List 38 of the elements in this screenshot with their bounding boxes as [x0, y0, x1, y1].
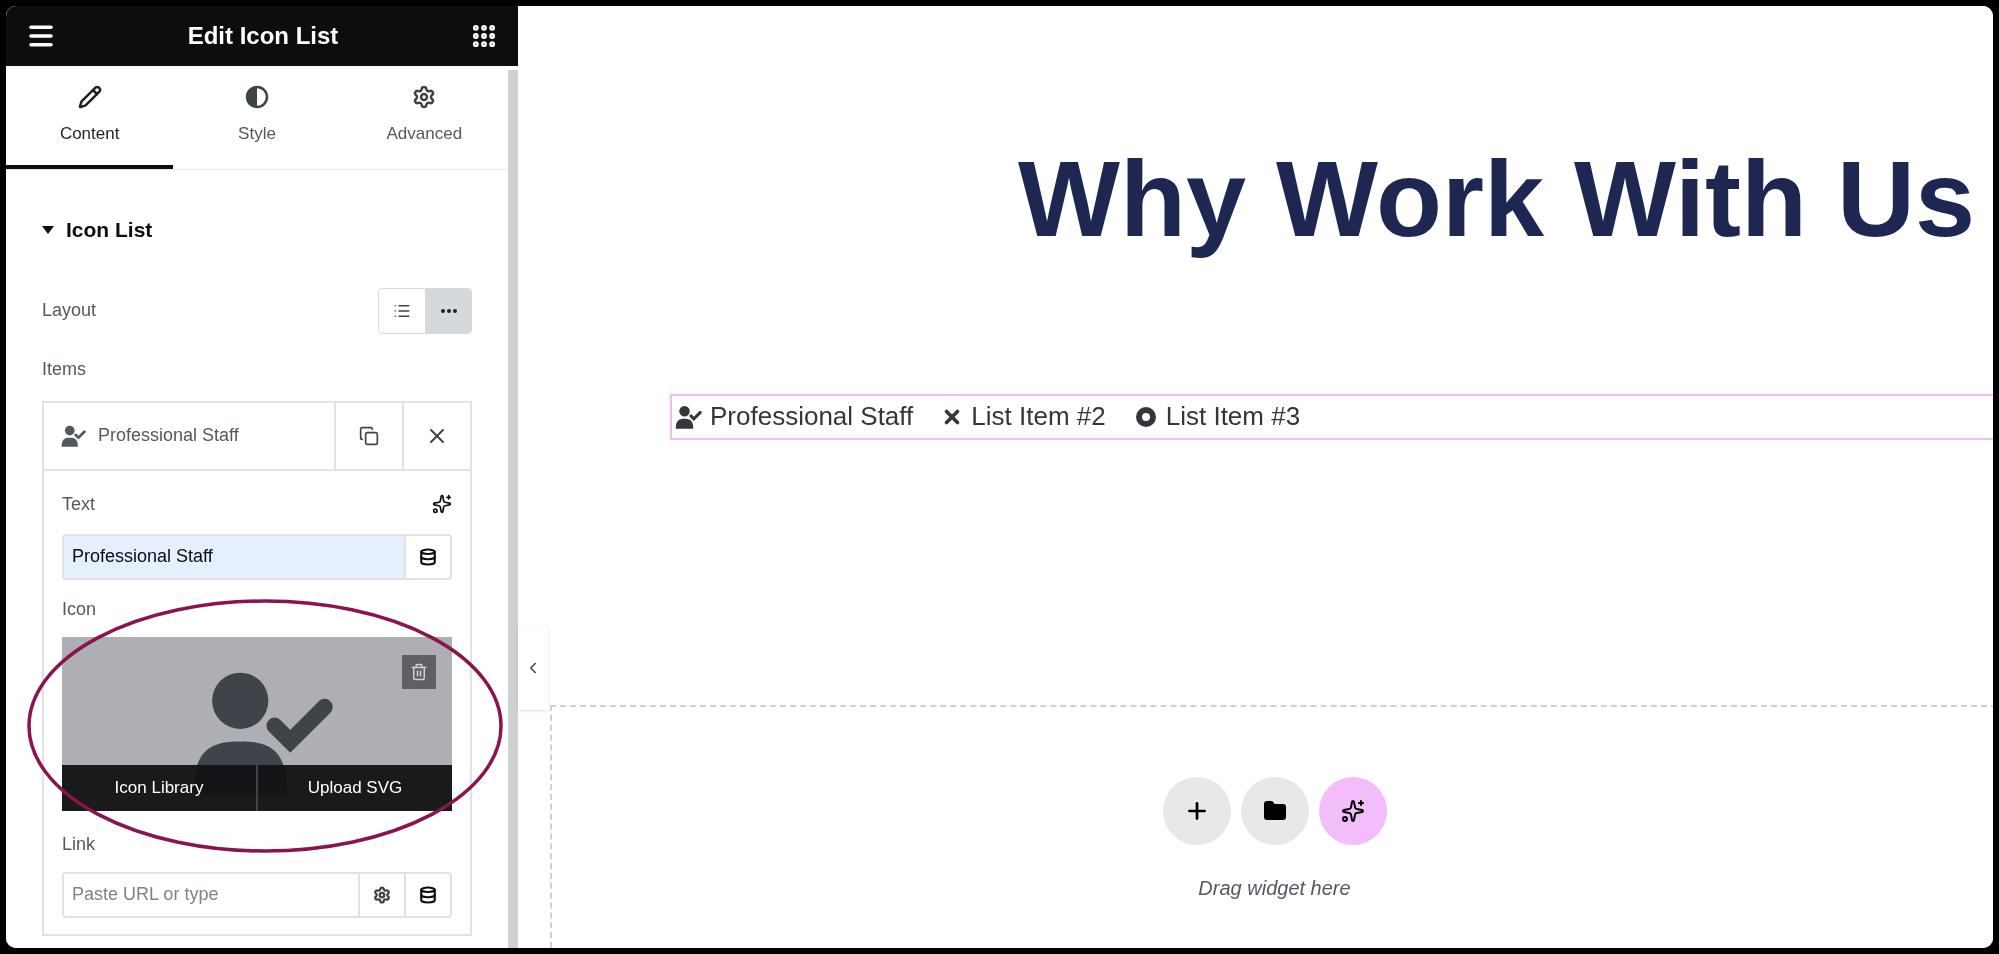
list-item-text: List Item #3	[1165, 400, 1301, 434]
contrast-icon	[245, 84, 269, 109]
drop-hint: Drag widget here	[1198, 875, 1351, 901]
panel-tab[interactable]: Advanced	[340, 66, 508, 169]
settings-icon	[412, 84, 437, 109]
dynamic-tags-icon	[419, 547, 437, 566]
copy-icon	[359, 425, 379, 446]
item-header[interactable]: Professional Staff	[44, 402, 334, 469]
text-field[interactable]: Professional Staff	[62, 533, 452, 580]
dynamic-tags-icon	[419, 885, 437, 904]
panel-tab[interactable]: Content	[6, 66, 174, 169]
caret-icon	[42, 225, 54, 234]
dot-circle-icon	[1133, 404, 1158, 429]
text-input[interactable]: Professional Staff	[64, 535, 404, 578]
ai-sparkle-button[interactable]	[432, 494, 452, 514]
icon-source-button[interactable]: Upload SVG	[256, 764, 452, 811]
panel-title: Edit Icon List	[187, 21, 339, 51]
page-heading: Why Work With Us	[1017, 137, 1975, 261]
layout-label: Layout	[42, 299, 97, 322]
link-input[interactable]: Paste URL or type	[64, 873, 358, 916]
apps-grid-button[interactable]	[470, 22, 498, 50]
list-item-text: List Item #2	[971, 400, 1106, 434]
folder-icon	[1262, 798, 1287, 823]
items-label: Items	[42, 357, 87, 381]
ellipsis-icon	[440, 308, 457, 313]
list-item-text: Professional Staff	[710, 400, 914, 434]
section-toggle[interactable]: Icon List	[42, 214, 472, 246]
delete-button[interactable]	[402, 654, 436, 689]
icon-label: Icon	[62, 597, 98, 621]
panel-tab[interactable]: Style	[173, 66, 341, 169]
icon-source-button[interactable]: Icon Library	[62, 764, 256, 811]
text-label: Text	[62, 492, 95, 516]
settings-icon	[373, 885, 391, 904]
sparkles-icon	[1340, 798, 1365, 823]
link-field[interactable]: Paste URL or type	[62, 871, 452, 918]
link-label: Link	[62, 832, 97, 856]
trash-icon	[410, 662, 428, 681]
pencil-icon	[77, 84, 102, 109]
